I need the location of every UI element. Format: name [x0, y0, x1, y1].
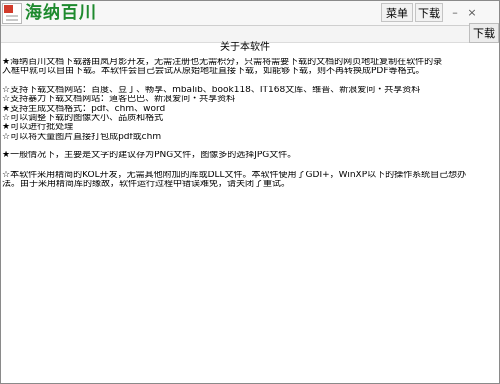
intro-text-line2: 入框中就可以自由下载。本软件会自己尝试从原始地址直接下载，如能够下载，则不再转换…: [2, 67, 425, 77]
violent-download-sites-text: ☆支持暴力下载文档网站：道客巴巴、新浪爱问・共享资料: [2, 95, 236, 105]
logo-line: [6, 19, 18, 21]
kol-info-line1: ☆本软件采用精简的KOL开发，无需其他附加的库或DLL文件。本软件使用了GDI+…: [2, 170, 467, 180]
intro-text-line1: ★海纳百川文档下载器由岚月影开发，无需注册也无需积分，只需将需要下载的文档的网页…: [2, 58, 443, 67]
kol-info-line2: 法。由于采用精简库的缘故，软件运行过程中错误难免，请关闭了重试。: [2, 180, 291, 190]
close-icon[interactable]: ×: [465, 5, 479, 21]
batch-processing-text: ★可以进行批处理: [2, 123, 74, 133]
general-tip-text: ★一般情况下，主要是文字的建议存为PNG文件，图像多的选择JPG文件。: [2, 151, 297, 161]
menu-button[interactable]: 菜单: [381, 3, 413, 22]
app-title: 海纳百川: [25, 3, 97, 23]
image-pack-text: ☆可以将大量图片直接打包成pdf或chm: [2, 132, 162, 142]
tab-row: [1, 26, 499, 43]
tab-download[interactable]: 下载: [469, 23, 499, 43]
download-button[interactable]: 下载: [415, 3, 443, 22]
about-content: ★海纳百川文档下载器由岚月影开发，无需注册也无需积分，只需将需要下载的文档的网页…: [2, 58, 497, 189]
logo-badge: [4, 5, 13, 13]
page-title: 关于本软件: [220, 42, 270, 53]
image-adjust-text: ☆可以调整下载的图像大小、品质和格式: [2, 114, 164, 124]
app-window: 海纳百川 菜单 下载 – × 下载 关于本软件 ★海纳百川文档下载器由岚月影开发…: [0, 0, 500, 384]
minimize-icon[interactable]: –: [448, 5, 462, 21]
supported-sites-text: ☆支持下载文档网站：百度、豆丁、畅享、mbalib、book118、IT168文…: [2, 85, 421, 95]
app-logo-icon: [2, 3, 22, 24]
output-formats-text: ★支持生成文档格式：pdf、chm、word: [2, 104, 166, 114]
title-bar: 海纳百川 菜单 下载 – ×: [1, 1, 499, 26]
logo-line: [6, 15, 18, 17]
